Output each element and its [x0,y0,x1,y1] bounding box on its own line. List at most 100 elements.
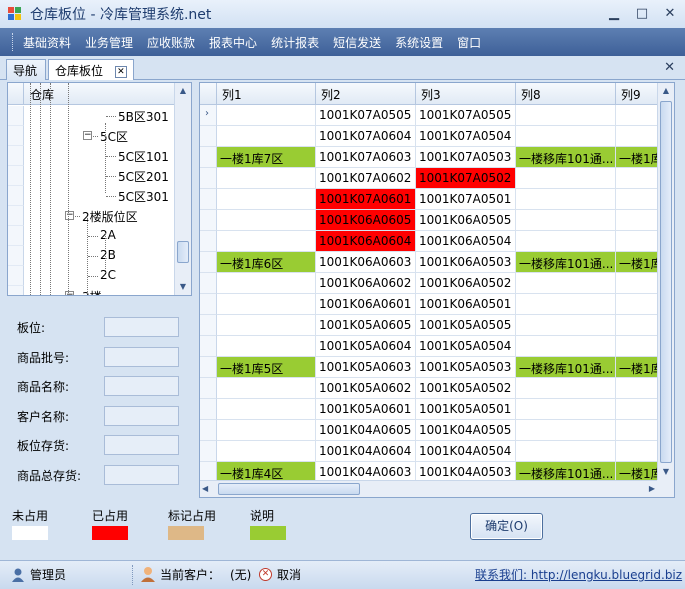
form-field[interactable] [104,317,179,337]
menu-item-statistics[interactable]: 统计报表 [271,34,319,51]
grid-cell[interactable]: 1001K06A0501 [416,294,516,315]
grid-cell[interactable]: 1001K05A0605 [316,315,416,336]
tree-node[interactable]: 2B [100,248,116,262]
scroll-left-icon[interactable]: ◀ [202,481,208,497]
grid-cell[interactable] [217,378,316,399]
grid-cell[interactable] [217,399,316,420]
grid-cell[interactable]: 1001K05A0602 [316,378,416,399]
tree-node[interactable]: 5C区201 [118,168,169,185]
form-field[interactable] [104,346,179,367]
grid-cell[interactable] [516,294,616,315]
table-row[interactable]: 一楼1库5区 1001K05A0603 1001K05A0503 一楼移库101通..… [200,357,658,378]
grid-vertical-scrollbar[interactable]: ▲ ▼ [657,83,674,481]
grid-cell[interactable]: 一楼1库5区 [217,357,316,378]
grid-cell[interactable] [616,210,658,231]
menu-item-reports[interactable]: 报表中心 [209,34,257,51]
row-header[interactable] [200,357,217,378]
grid-cell[interactable] [217,126,316,147]
tab-warehouse-slots[interactable]: 仓库板位 ✕ [48,59,134,80]
table-row[interactable]: 1001K06A0605 1001K06A0505 [200,210,658,231]
scroll-thumb[interactable] [177,241,189,263]
row-header[interactable] [200,420,217,441]
grid-cell[interactable] [616,273,658,294]
table-row[interactable]: 1001K04A0604 1001K04A0504 [200,441,658,462]
grid-cell[interactable] [616,105,658,126]
grid-cell[interactable]: 1001K05A0604 [316,336,416,357]
grid-cell[interactable] [616,126,658,147]
grid-cell[interactable] [516,420,616,441]
cancel-link[interactable]: 取消 [277,566,301,583]
grid-cell[interactable] [516,105,616,126]
row-header[interactable] [200,210,217,231]
cancel-icon[interactable]: ✕ [259,568,272,581]
row-header[interactable] [200,336,217,357]
row-header[interactable] [200,126,217,147]
grid-cell[interactable]: 一楼1库 [616,252,658,273]
grid-cell[interactable]: 1001K06A0602 [316,273,416,294]
grid-cell[interactable] [217,420,316,441]
scroll-down-icon[interactable]: ▼ [175,279,191,295]
tree-expander-icon[interactable]: − [65,291,74,295]
form-field[interactable] [104,376,179,396]
grid-column-header[interactable]: 列9 [616,83,658,105]
menu-item-business[interactable]: 业务管理 [85,34,133,51]
grid-cell[interactable] [217,441,316,462]
grid-cell[interactable]: 1001K06A0502 [416,273,516,294]
grid-cell[interactable]: 1001K06A0504 [416,231,516,252]
grid-cell[interactable]: 1001K06A0605 [316,210,416,231]
grid-cell[interactable] [516,126,616,147]
scroll-down-icon[interactable]: ▼ [658,464,674,480]
tree-node[interactable]: 5B区301 [118,108,169,125]
grid-cell[interactable]: 1001K07A0601 [316,189,416,210]
table-row[interactable]: 1001K05A0604 1001K05A0504 [200,336,658,357]
grid-cell[interactable]: 一楼1库7区 [217,147,316,168]
grid-column-header[interactable]: 列2 [316,83,416,105]
row-header[interactable] [200,273,217,294]
table-row[interactable]: 1001K04A0605 1001K04A0505 [200,420,658,441]
grid-cell[interactable] [616,315,658,336]
grid-cell[interactable] [616,168,658,189]
tab-navigation[interactable]: 导航 [6,59,46,80]
row-header[interactable] [200,441,217,462]
menu-item-receivables[interactable]: 应收账款 [147,34,195,51]
grid-cell[interactable] [516,231,616,252]
grid-column-header[interactable]: 列8 [516,83,616,105]
grid-cell[interactable]: 1001K07A0502 [416,168,516,189]
contact-link[interactable]: 联系我们: http://lengku.bluegrid.biz [475,566,682,583]
table-row[interactable]: › 1001K07A0505 1001K07A0505 [200,105,658,126]
grid-cell[interactable] [217,189,316,210]
grid-cell[interactable]: 1001K05A0502 [416,378,516,399]
tree-node[interactable]: 3楼 [82,288,102,295]
tree-node[interactable]: 2楼版位区 [82,208,138,225]
tree-expander-icon[interactable]: − [83,131,92,140]
grid-cell[interactable]: 1001K07A0504 [416,126,516,147]
grid-cell[interactable]: 1001K07A0604 [316,126,416,147]
minimize-icon[interactable]: ▁ [607,6,621,21]
grid-cell[interactable] [217,168,316,189]
grid-cell[interactable]: 1001K07A0505 [416,105,516,126]
grid-column-header[interactable]: 列1 [217,83,316,105]
row-header[interactable] [200,189,217,210]
menu-item-window[interactable]: 窗口 [457,34,481,51]
tree-node[interactable]: 2A [100,228,116,242]
table-row[interactable]: 1001K05A0602 1001K05A0502 [200,378,658,399]
grid-cell[interactable]: 1001K06A0603 [316,252,416,273]
grid-cell[interactable] [516,399,616,420]
table-row[interactable]: 1001K07A0602 1001K07A0502 [200,168,658,189]
scroll-thumb[interactable] [660,101,672,463]
grid-cell[interactable]: 1001K04A0504 [416,441,516,462]
grid-cell[interactable]: 1001K04A0605 [316,420,416,441]
grid-cell[interactable]: 1001K05A0504 [416,336,516,357]
grid-cell[interactable] [217,105,316,126]
grid-cell[interactable]: 1001K05A0505 [416,315,516,336]
grid-cell[interactable]: 1001K04A0505 [416,420,516,441]
grid-cell[interactable]: 一楼1库 [616,147,658,168]
grid-cell[interactable]: 一楼1库6区 [217,252,316,273]
form-field[interactable] [104,405,179,426]
row-header[interactable] [200,252,217,273]
grid-cell[interactable] [516,441,616,462]
row-header[interactable] [200,315,217,336]
grid-cell[interactable]: 一楼移库101通... [516,147,616,168]
grid-cell[interactable] [616,189,658,210]
grid-cell[interactable] [516,336,616,357]
